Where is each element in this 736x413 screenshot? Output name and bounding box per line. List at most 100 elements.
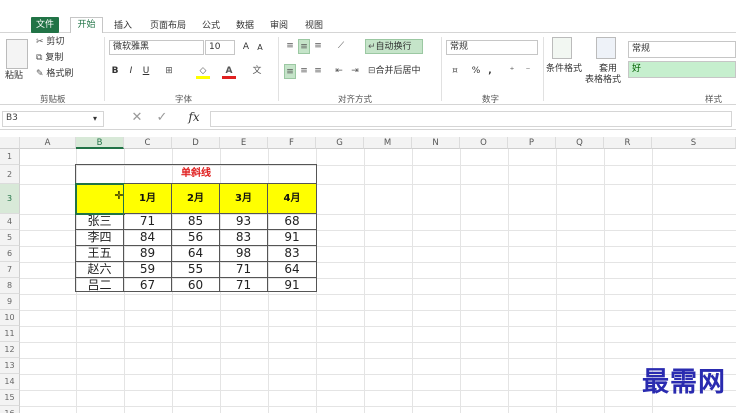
grow-font-button[interactable]: A [240, 40, 252, 55]
paste-icon[interactable] [6, 39, 28, 69]
value-cell[interactable]: 91 [268, 278, 317, 292]
select-all-corner[interactable] [0, 137, 20, 149]
enter-icon[interactable]: ✓ [155, 110, 169, 125]
row-header-13[interactable]: 13 [0, 358, 20, 374]
col-header-o[interactable]: O [460, 137, 508, 149]
value-cell[interactable]: 67 [124, 278, 172, 292]
row-header-11[interactable]: 11 [0, 326, 20, 342]
align-middle-button[interactable]: ≡ [298, 39, 310, 54]
name-box-dropdown-icon[interactable]: ▾ [88, 111, 102, 126]
merge-center-button[interactable]: ⊟合并后居中 [368, 64, 436, 79]
value-cell[interactable]: 91 [268, 230, 317, 246]
value-cell[interactable]: 68 [268, 214, 317, 230]
header-cell[interactable]: 1月 [124, 184, 172, 214]
tab-home[interactable]: 开始 [70, 17, 103, 34]
style-good[interactable]: 好 [628, 61, 736, 78]
row-header-15[interactable]: 15 [0, 390, 20, 406]
value-cell[interactable]: 83 [220, 230, 268, 246]
bold-button[interactable]: B [109, 64, 121, 79]
increase-indent-button[interactable]: ⇥ [348, 64, 362, 79]
font-name-select[interactable]: 微软雅黑 [109, 40, 204, 55]
row-header-3[interactable]: 3 [0, 184, 20, 214]
tab-page-layout[interactable]: 页面布局 [143, 19, 193, 33]
align-center-button[interactable]: ≡ [298, 64, 310, 79]
format-painter-button[interactable]: ✎ 格式刷 [36, 68, 73, 80]
row-header-2[interactable]: 2 [0, 165, 20, 184]
cut-button[interactable]: ✂ 剪切 [36, 36, 64, 48]
value-cell[interactable]: 55 [172, 262, 220, 278]
table-title[interactable]: 单斜线 [76, 165, 317, 184]
orientation-button[interactable]: ⟋ [332, 39, 350, 54]
header-cell[interactable]: 3月 [220, 184, 268, 214]
percent-button[interactable]: % [470, 64, 482, 79]
underline-button[interactable]: U [140, 64, 152, 79]
value-cell[interactable]: 89 [124, 246, 172, 262]
header-cell[interactable]: 2月 [172, 184, 220, 214]
tab-review[interactable]: 审阅 [265, 19, 293, 33]
borders-button[interactable]: ⊞ [162, 64, 176, 79]
header-cell[interactable]: 4月 [268, 184, 317, 214]
row-header-4[interactable]: 4 [0, 214, 20, 230]
conditional-format-button[interactable]: 条件格式 [546, 63, 582, 75]
value-cell[interactable]: 98 [220, 246, 268, 262]
tab-view[interactable]: 视图 [300, 19, 328, 33]
tab-data[interactable]: 数据 [231, 19, 259, 33]
worksheet-grid[interactable]: A B C D E F G M N O P Q R S 1 2 3 4 5 6 … [0, 130, 736, 413]
cancel-icon[interactable]: ✕ [130, 110, 144, 125]
col-header-d[interactable]: D [172, 137, 220, 149]
comma-button[interactable]: , [485, 64, 495, 79]
name-cell[interactable]: 吕二 [76, 278, 124, 292]
font-size-select[interactable]: 10 [205, 40, 235, 55]
insert-function-button[interactable]: fx [185, 110, 203, 125]
value-cell[interactable]: 71 [220, 278, 268, 292]
paste-button[interactable]: 粘贴 [5, 70, 23, 82]
value-cell[interactable]: 83 [268, 246, 317, 262]
col-header-e[interactable]: E [220, 137, 268, 149]
value-cell[interactable]: 84 [124, 230, 172, 246]
value-cell[interactable]: 93 [220, 214, 268, 230]
value-cell[interactable]: 71 [220, 262, 268, 278]
row-header-8[interactable]: 8 [0, 278, 20, 294]
phonetic-button[interactable]: 文 [250, 64, 264, 79]
col-header-b[interactable]: B [76, 137, 124, 149]
row-header-14[interactable]: 14 [0, 374, 20, 390]
copy-button[interactable]: ⧉ 复制 [36, 52, 63, 64]
col-header-r[interactable]: R [604, 137, 652, 149]
value-cell[interactable]: 85 [172, 214, 220, 230]
wrap-text-button[interactable]: ↵自动换行 [365, 39, 423, 54]
col-header-n[interactable]: N [412, 137, 460, 149]
row-header-10[interactable]: 10 [0, 310, 20, 326]
row-header-5[interactable]: 5 [0, 230, 20, 246]
value-cell[interactable]: 60 [172, 278, 220, 292]
formula-input[interactable] [210, 111, 732, 127]
col-header-m[interactable]: M [364, 137, 412, 149]
fill-color-button[interactable]: ◇ [196, 64, 210, 79]
align-bottom-button[interactable]: ≡ [312, 39, 324, 54]
tab-formulas[interactable]: 公式 [197, 19, 225, 33]
value-cell[interactable]: 64 [172, 246, 220, 262]
col-header-a[interactable]: A [20, 137, 76, 149]
decrease-decimal-button[interactable]: ⁻ [521, 64, 535, 79]
name-cell[interactable]: 李四 [76, 230, 124, 246]
col-header-q[interactable]: Q [556, 137, 604, 149]
tab-insert[interactable]: 插入 [109, 19, 137, 33]
row-header-9[interactable]: 9 [0, 294, 20, 310]
shrink-font-button[interactable]: A [254, 40, 266, 55]
col-header-p[interactable]: P [508, 137, 556, 149]
name-cell[interactable]: 张三 [76, 214, 124, 230]
align-right-button[interactable]: ≡ [312, 64, 324, 79]
row-header-1[interactable]: 1 [0, 149, 20, 165]
row-header-7[interactable]: 7 [0, 262, 20, 278]
value-cell[interactable]: 59 [124, 262, 172, 278]
italic-button[interactable]: I [125, 64, 137, 79]
value-cell[interactable]: 56 [172, 230, 220, 246]
name-cell[interactable]: 王五 [76, 246, 124, 262]
col-header-g[interactable]: G [316, 137, 364, 149]
tab-file[interactable]: 文件 [31, 17, 59, 33]
align-left-button[interactable]: ≡ [284, 64, 296, 79]
decrease-indent-button[interactable]: ⇤ [332, 64, 346, 79]
increase-decimal-button[interactable]: ⁺ [505, 64, 519, 79]
font-color-button[interactable]: A [222, 64, 236, 79]
row-header-6[interactable]: 6 [0, 246, 20, 262]
col-header-s[interactable]: S [652, 137, 736, 149]
